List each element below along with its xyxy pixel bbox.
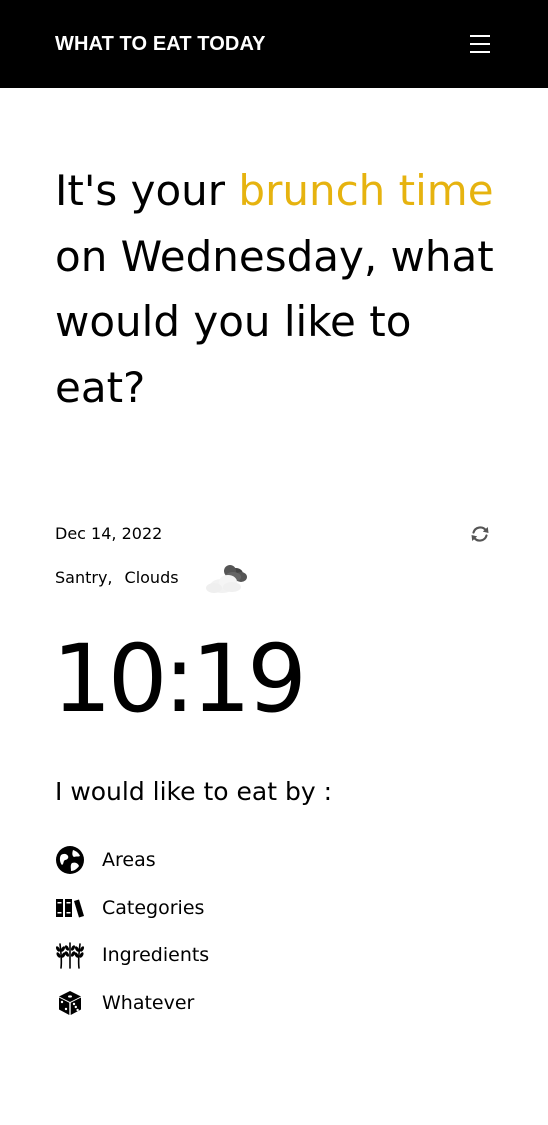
meal-time-highlight: brunch time (238, 166, 494, 215)
choice-prompt: I would like to eat by : (55, 777, 333, 806)
headline-question: on Wednesday, what would you like to eat… (55, 231, 494, 412)
hamburger-menu-icon (470, 35, 490, 53)
option-ingredients[interactable]: Ingredients (55, 940, 355, 970)
page-headline: It's your brunch time on Wednesday, what… (55, 158, 495, 420)
wheat-icon (55, 940, 85, 970)
location-weather: Santry, Clouds (55, 567, 179, 589)
menu-button[interactable] (466, 30, 494, 58)
refresh-button[interactable] (468, 522, 492, 546)
app-title[interactable]: WHAT TO EAT TODAY (55, 31, 266, 57)
dice-icon (55, 988, 85, 1018)
option-label: Areas (102, 849, 156, 871)
current-date: Dec 14, 2022 (55, 524, 163, 543)
option-list: Areas Categories Ingredients Whatever (55, 845, 355, 1035)
option-areas[interactable]: Areas (55, 845, 355, 875)
clouds-icon (200, 558, 252, 598)
option-label: Categories (102, 896, 205, 919)
top-bar: WHAT TO EAT TODAY (0, 0, 548, 88)
option-label: Whatever (102, 991, 195, 1014)
headline-intro: It's your (55, 166, 239, 215)
globe-icon (55, 845, 85, 875)
refresh-icon (471, 526, 489, 542)
city-name: Santry, (55, 568, 113, 587)
clock-time: 10:19 (52, 625, 307, 734)
option-label: Ingredients (102, 944, 210, 966)
option-whatever[interactable]: Whatever (55, 988, 355, 1018)
weather-description: Clouds (124, 568, 179, 587)
option-categories[interactable]: Categories (55, 893, 355, 923)
books-icon (55, 893, 85, 923)
